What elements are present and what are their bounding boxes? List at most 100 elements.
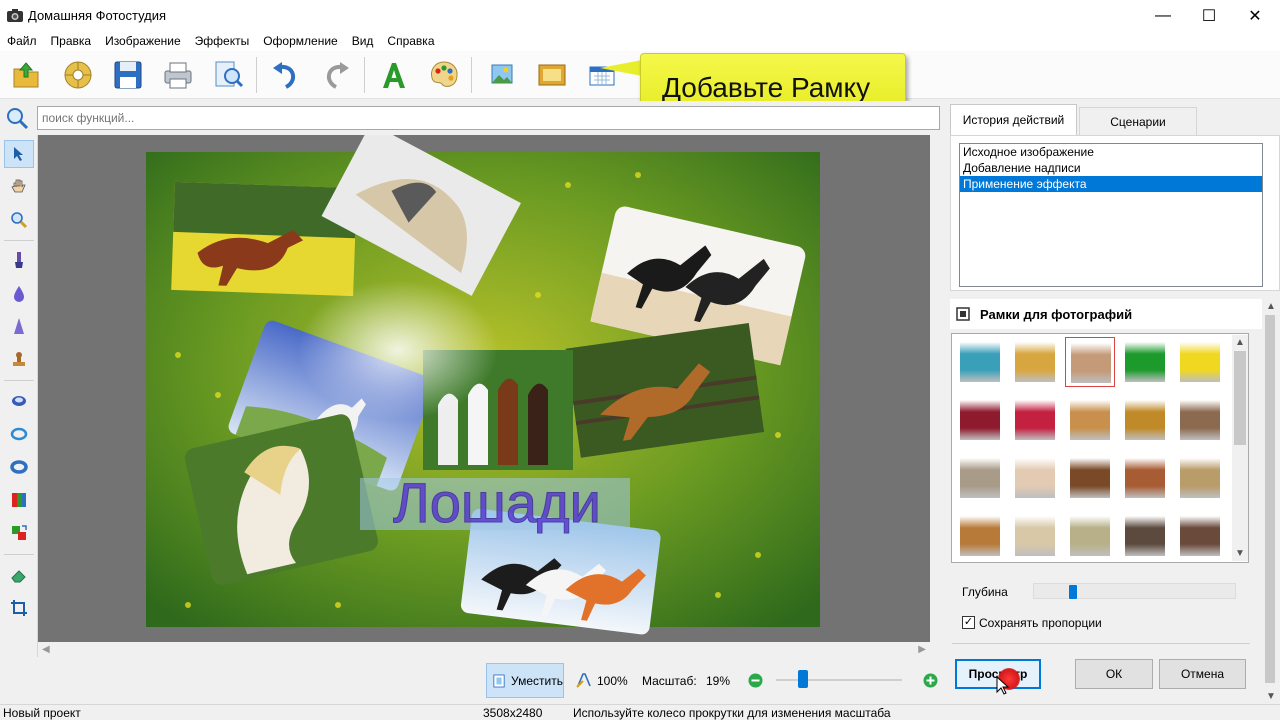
keep-proportions-checkbox[interactable]: ✓ bbox=[962, 616, 975, 629]
frame-thumbnail[interactable] bbox=[1010, 453, 1060, 503]
frame-thumbnail[interactable] bbox=[1065, 337, 1115, 387]
frames-scroll-thumb[interactable] bbox=[1234, 351, 1246, 445]
select-arrow-icon[interactable] bbox=[4, 140, 34, 168]
zoom-slider-thumb[interactable] bbox=[798, 670, 808, 688]
panel-divider bbox=[952, 643, 1250, 644]
frame-thumbnail[interactable] bbox=[1010, 511, 1060, 561]
close-button[interactable]: ✕ bbox=[1232, 0, 1278, 31]
ok-button[interactable]: ОК bbox=[1075, 659, 1153, 689]
menu-image[interactable]: Изображение bbox=[98, 31, 188, 51]
actual-size-icon[interactable] bbox=[576, 672, 592, 688]
ellipse-select-icon[interactable] bbox=[4, 387, 34, 415]
frame-thumbnail[interactable] bbox=[1120, 511, 1170, 561]
frame-thumbnail[interactable] bbox=[1065, 395, 1115, 445]
menu-help[interactable]: Справка bbox=[380, 31, 441, 51]
scroll-left-icon[interactable]: ◀ bbox=[42, 644, 50, 655]
photo-collage bbox=[146, 123, 820, 635]
depth-slider-thumb[interactable] bbox=[1069, 585, 1077, 599]
search-input[interactable] bbox=[37, 106, 940, 130]
tooltip-pointer bbox=[600, 60, 642, 76]
history-item[interactable]: Исходное изображение bbox=[960, 144, 1262, 160]
frame-thumbnail[interactable] bbox=[1065, 453, 1115, 503]
panel-scroll-down-icon[interactable]: ▼ bbox=[1266, 691, 1276, 702]
cancel-button[interactable]: Отмена bbox=[1159, 659, 1246, 689]
frame-swatch bbox=[1180, 516, 1220, 556]
frame-thumbnail[interactable] bbox=[955, 395, 1005, 445]
menu-file[interactable]: Файл bbox=[0, 31, 44, 51]
text-A-icon[interactable] bbox=[376, 57, 412, 93]
canvas-horizontal-scrollbar[interactable]: ◀ ▶ bbox=[38, 642, 930, 659]
ring-icon[interactable] bbox=[4, 420, 34, 448]
stamp-icon[interactable] bbox=[4, 345, 34, 373]
frame-thumbnail[interactable] bbox=[1175, 511, 1225, 561]
tab-history[interactable]: История действий bbox=[950, 104, 1077, 135]
minimize-button[interactable]: — bbox=[1140, 0, 1186, 31]
zoom-slider-track[interactable] bbox=[776, 670, 902, 688]
frame-thumbnail[interactable] bbox=[1120, 337, 1170, 387]
frame-thumbnail[interactable] bbox=[955, 453, 1005, 503]
blur-drop-icon[interactable] bbox=[4, 279, 34, 307]
frame-swatch bbox=[1015, 516, 1055, 556]
scroll-down-icon[interactable]: ▼ bbox=[1235, 548, 1245, 559]
scroll-up-icon[interactable]: ▲ bbox=[1235, 337, 1245, 348]
cancel-button-label: Отмена bbox=[1180, 667, 1225, 681]
hand-icon[interactable] bbox=[4, 173, 34, 201]
eraser-icon[interactable] bbox=[4, 561, 34, 589]
menu-edit[interactable]: Правка bbox=[44, 31, 99, 51]
save-icon[interactable] bbox=[110, 57, 146, 93]
fit-button[interactable]: Уместить bbox=[486, 663, 564, 698]
zoom-page-icon[interactable] bbox=[210, 57, 246, 93]
replace-color-icon[interactable] bbox=[4, 519, 34, 547]
history-list[interactable]: Исходное изображение Добавление надписи … bbox=[959, 143, 1263, 287]
frame-swatch bbox=[1070, 458, 1110, 498]
panel-scroll-thumb[interactable] bbox=[1265, 315, 1275, 683]
frames-scrollbar[interactable]: ▲ ▼ bbox=[1232, 335, 1248, 561]
scroll-right-icon[interactable]: ▶ bbox=[918, 644, 926, 655]
palette-icon[interactable] bbox=[426, 57, 462, 93]
maximize-button[interactable]: ☐ bbox=[1186, 0, 1232, 31]
panel-scrollbar[interactable]: ▲ ▼ bbox=[1262, 299, 1278, 704]
image-effects-icon[interactable] bbox=[484, 57, 520, 93]
brush-icon[interactable] bbox=[4, 246, 34, 274]
frame-thumbnail[interactable] bbox=[1065, 511, 1115, 561]
undo-icon[interactable] bbox=[268, 57, 304, 93]
zoom-icon[interactable] bbox=[4, 206, 34, 234]
redo-icon[interactable] bbox=[318, 57, 354, 93]
editor-canvas[interactable]: Лошади bbox=[38, 123, 930, 642]
zoom-in-icon[interactable] bbox=[923, 673, 938, 688]
zoom-100-label[interactable]: 100% bbox=[597, 674, 628, 688]
disc-icon[interactable] bbox=[60, 57, 96, 93]
depth-slider[interactable] bbox=[1033, 583, 1236, 599]
photo-brown-horses bbox=[171, 181, 357, 297]
zoom-out-icon[interactable] bbox=[748, 673, 763, 688]
toolbar-separator bbox=[256, 57, 257, 93]
history-item[interactable]: Добавление надписи bbox=[960, 160, 1262, 176]
open-icon[interactable] bbox=[8, 57, 44, 93]
frame-thumbnail[interactable] bbox=[1120, 453, 1170, 503]
history-item-selected[interactable]: Применение эффекта bbox=[960, 176, 1262, 192]
search-icon[interactable] bbox=[5, 106, 29, 130]
frame-thumbnail[interactable] bbox=[1175, 453, 1225, 503]
menu-view[interactable]: Вид bbox=[345, 31, 381, 51]
frame-thumbnail[interactable] bbox=[955, 511, 1005, 561]
sharpen-icon[interactable] bbox=[4, 312, 34, 340]
frame-thumbnail[interactable] bbox=[1175, 395, 1225, 445]
frame-thumbnail[interactable] bbox=[955, 337, 1005, 387]
panel-scroll-up-icon[interactable]: ▲ bbox=[1266, 301, 1276, 312]
keep-proportions-label[interactable]: Сохранять пропорции bbox=[979, 616, 1102, 630]
frame-swatch bbox=[1125, 342, 1165, 382]
menu-effects[interactable]: Эффекты bbox=[188, 31, 257, 51]
tools-separator bbox=[4, 240, 34, 241]
frame-thumbnail[interactable] bbox=[1175, 337, 1225, 387]
frame-thumbnail[interactable] bbox=[1010, 395, 1060, 445]
color-levels-icon[interactable] bbox=[4, 486, 34, 514]
tab-scenarios[interactable]: Сценарии bbox=[1079, 107, 1197, 135]
frame-thumbnail[interactable] bbox=[1010, 337, 1060, 387]
print-icon[interactable] bbox=[160, 57, 196, 93]
canvas-vertical-scrollbar[interactable] bbox=[930, 135, 944, 659]
menu-design[interactable]: Оформление bbox=[256, 31, 344, 51]
ring-filled-icon[interactable] bbox=[4, 453, 34, 481]
frame-thumbnail[interactable] bbox=[1120, 395, 1170, 445]
crop-icon[interactable] bbox=[4, 594, 34, 622]
frame-icon[interactable] bbox=[534, 57, 570, 93]
